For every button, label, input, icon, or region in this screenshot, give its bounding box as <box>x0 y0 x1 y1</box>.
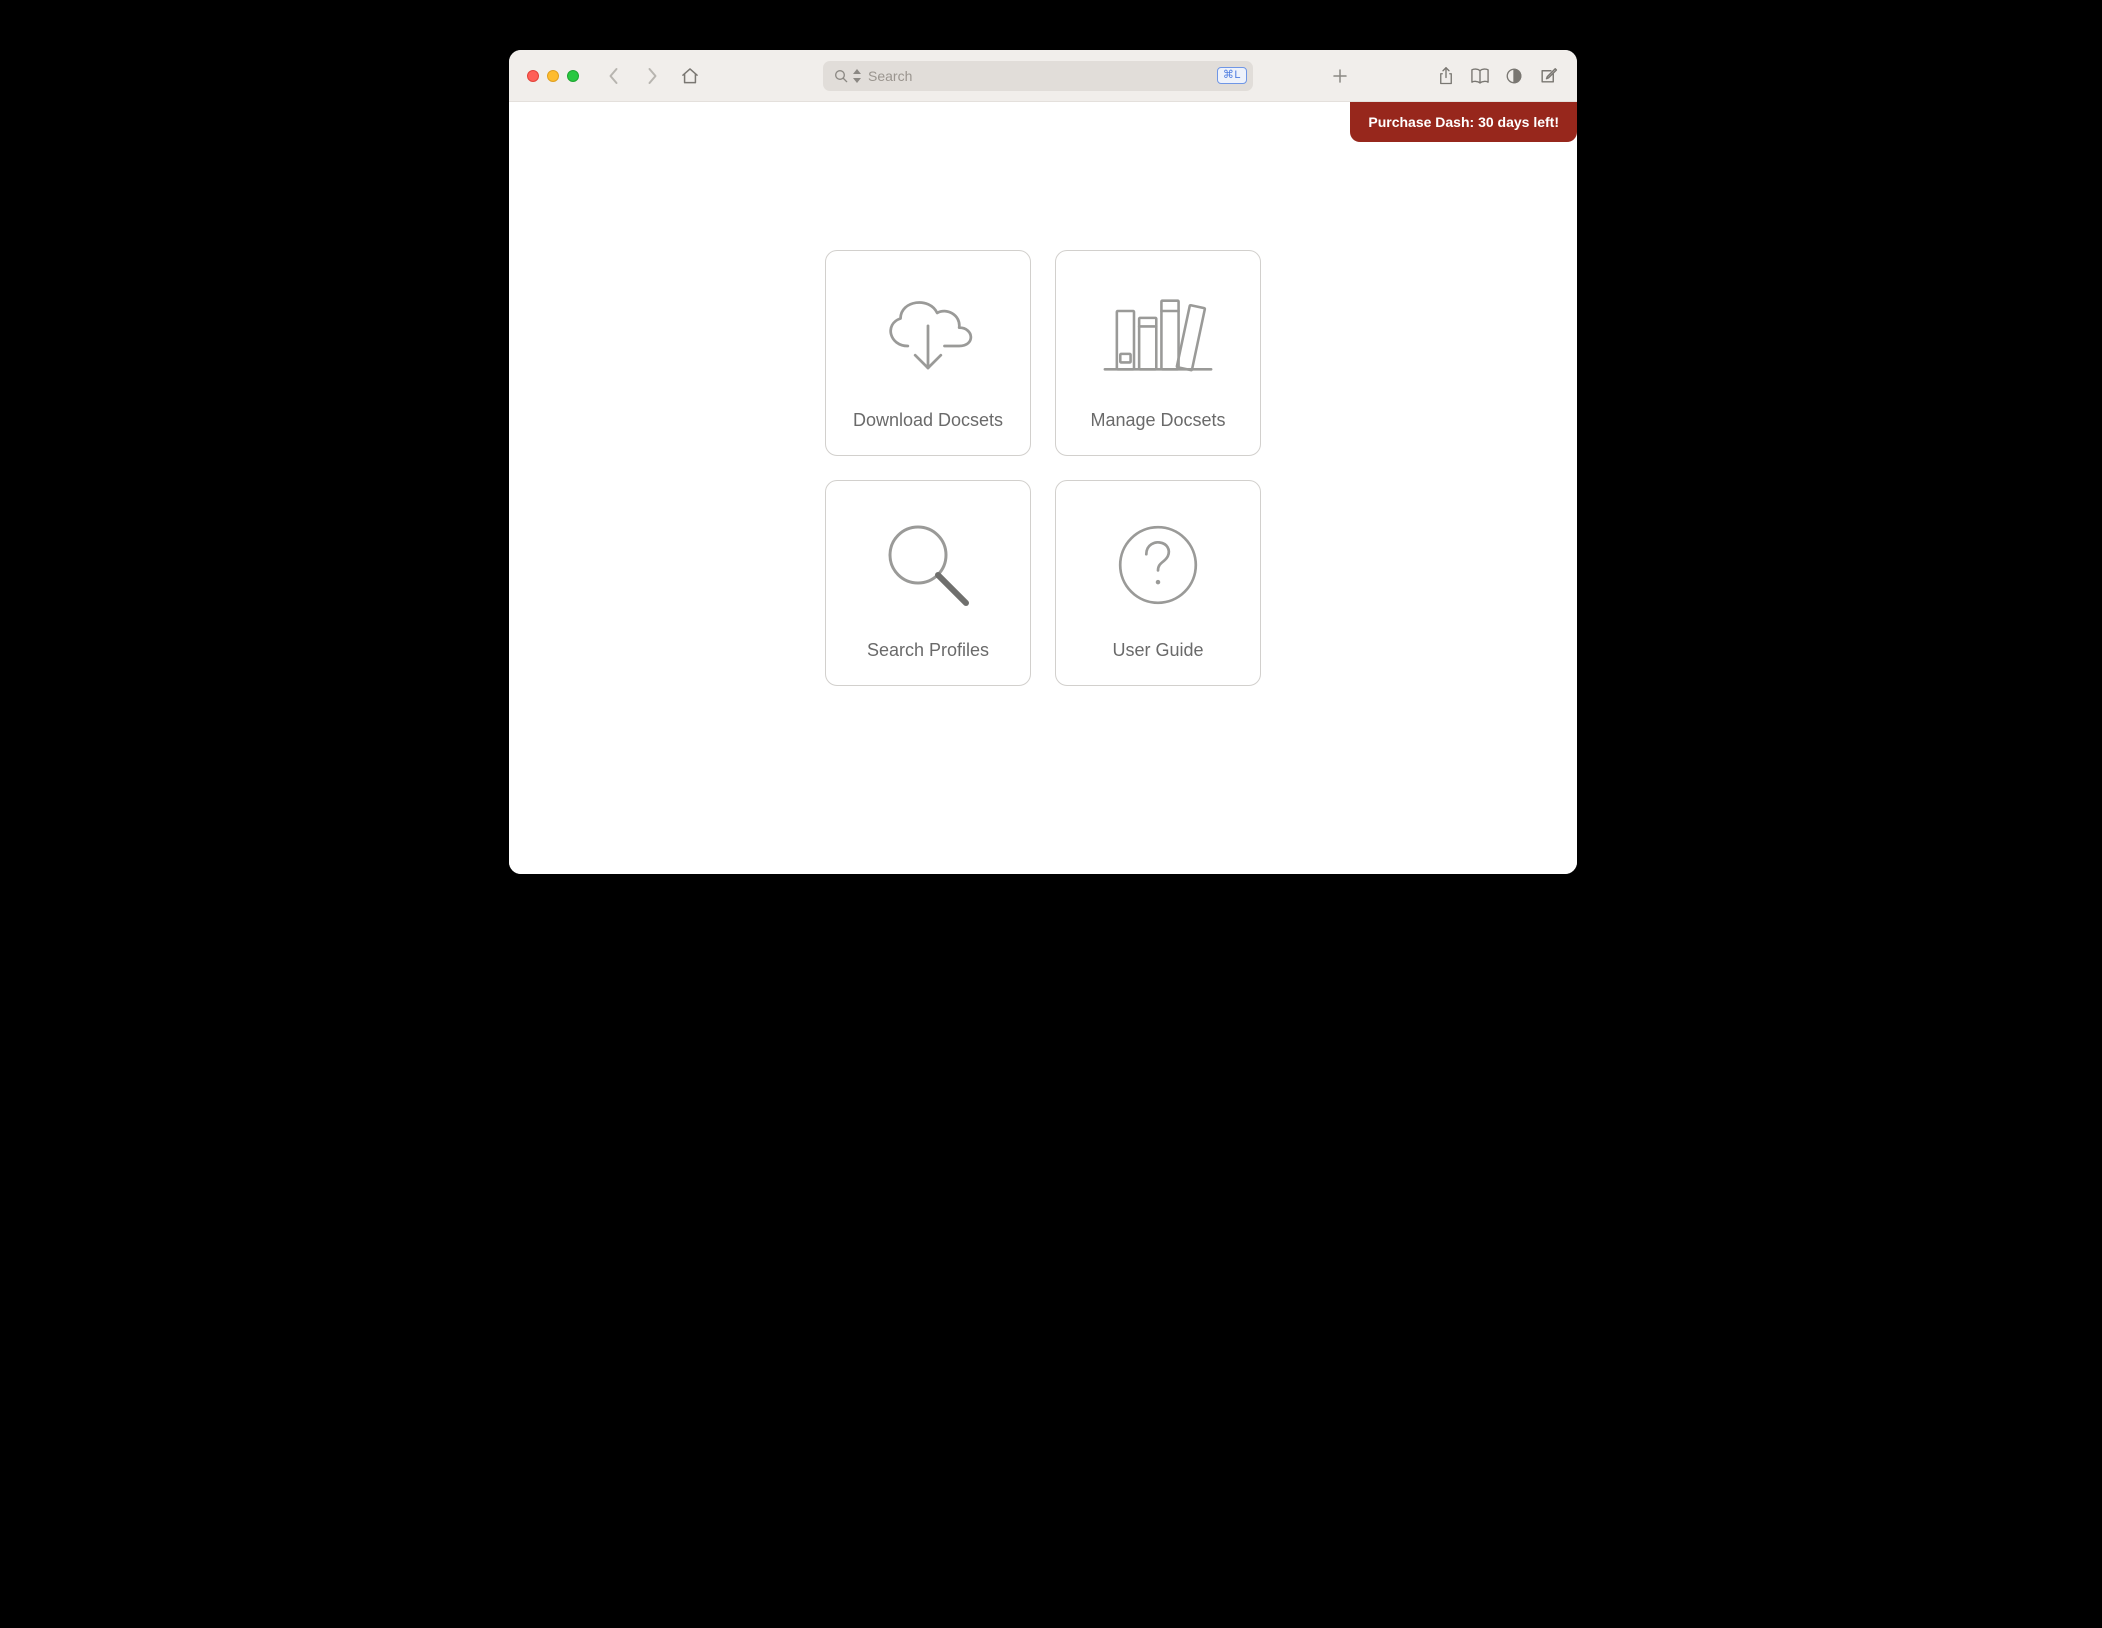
download-docsets-card[interactable]: Download Docsets <box>825 250 1031 456</box>
new-tab-button[interactable] <box>1325 61 1355 91</box>
chevron-left-icon <box>608 67 620 85</box>
half-circle-icon <box>1505 67 1523 85</box>
share-icon <box>1437 66 1455 86</box>
manage-docsets-label: Manage Docsets <box>1090 410 1225 431</box>
window-controls <box>527 70 579 82</box>
forward-button[interactable] <box>637 61 667 91</box>
edit-button[interactable] <box>1533 61 1563 91</box>
search-input[interactable] <box>868 61 1217 91</box>
download-docsets-label: Download Docsets <box>853 410 1003 431</box>
purchase-banner[interactable]: Purchase Dash: 30 days left! <box>1350 102 1577 142</box>
scope-arrows-icon <box>852 69 862 83</box>
share-button[interactable] <box>1431 61 1461 91</box>
close-window-button[interactable] <box>527 70 539 82</box>
search-icon <box>833 68 849 84</box>
zoom-window-button[interactable] <box>567 70 579 82</box>
help-icon <box>1064 495 1252 634</box>
search-shortcut-badge: ⌘L <box>1217 67 1247 84</box>
back-button[interactable] <box>599 61 629 91</box>
bookmarks-button[interactable] <box>1465 61 1495 91</box>
book-icon <box>1470 67 1490 85</box>
user-guide-label: User Guide <box>1112 640 1203 661</box>
content-area: Purchase Dash: 30 days left! Download Do… <box>509 102 1577 874</box>
manage-docsets-card[interactable]: Manage Docsets <box>1055 250 1261 456</box>
user-guide-card[interactable]: User Guide <box>1055 480 1261 686</box>
chevron-right-icon <box>646 67 658 85</box>
bookshelf-icon <box>1064 265 1252 404</box>
start-cards: Download Docsets <box>825 250 1261 686</box>
home-icon <box>680 66 700 86</box>
purchase-banner-text: Purchase Dash: 30 days left! <box>1368 114 1559 130</box>
magnifier-icon <box>834 495 1022 634</box>
home-button[interactable] <box>675 61 705 91</box>
search-profiles-label: Search Profiles <box>867 640 989 661</box>
app-window: ⌘L <box>509 50 1577 874</box>
appearance-button[interactable] <box>1499 61 1529 91</box>
minimize-window-button[interactable] <box>547 70 559 82</box>
search-profiles-card[interactable]: Search Profiles <box>825 480 1031 686</box>
toolbar: ⌘L <box>509 50 1577 102</box>
plus-icon <box>1331 67 1349 85</box>
cloud-download-icon <box>834 265 1022 404</box>
search-field[interactable]: ⌘L <box>823 61 1253 91</box>
compose-icon <box>1539 66 1558 85</box>
